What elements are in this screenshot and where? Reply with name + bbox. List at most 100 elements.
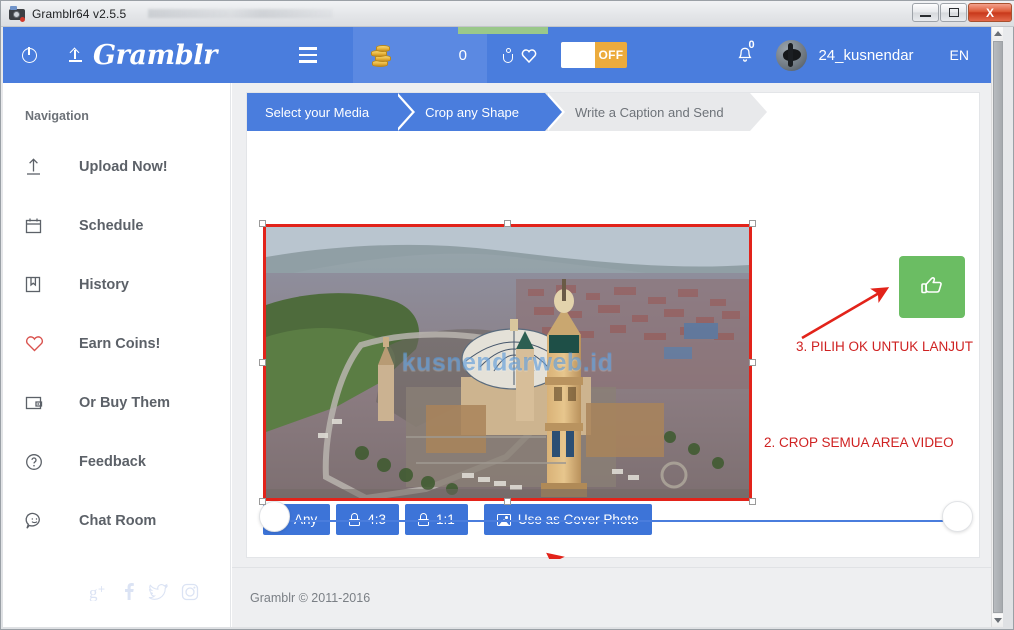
camera-icon [9,5,25,22]
sidebar: Navigation Upload Now! Schedule History … [3,83,231,627]
image-watermark: kusnendarweb.id [401,348,614,376]
sidebar-item-upload-now[interactable]: Upload Now! [3,137,230,196]
sidebar-item-feedback[interactable]: Feedback [3,432,230,491]
wallet-icon [25,395,55,411]
autolike-control: OFF [486,27,707,83]
step-arrow [545,93,563,131]
autolike-icons [503,47,537,63]
language-selector[interactable]: EN [950,47,969,63]
sidebar-item-schedule[interactable]: Schedule [3,196,230,255]
heart-icon [25,335,55,352]
upload-arrow-icon [25,157,55,176]
app-body: Gramblr 0 OFF 0 24_kusnendar EN Navigati… [3,27,1003,627]
sidebar-item-earn-coins[interactable]: Earn Coins! [3,314,230,373]
question-circle-icon [25,453,55,471]
slider-handle-right[interactable] [942,501,973,532]
step-crop-any-shape[interactable]: Crop any Shape [395,93,566,131]
svg-text:g: g [89,583,98,601]
footer: Gramblr © 2011-2016 [232,567,991,627]
media-crop-area[interactable]: kusnendarweb.id [259,220,756,505]
facebook-icon[interactable] [123,582,135,605]
vertical-scrollbar[interactable] [991,27,1003,627]
notification-badge: 0 [748,39,755,51]
maximize-button[interactable] [940,3,967,22]
crop-handle-bottom-right[interactable] [749,498,756,505]
hamburger-menu-icon[interactable] [295,27,321,83]
username-label[interactable]: 24_kusnendar [818,47,913,64]
bookmark-icon [25,276,55,293]
step-arrow [749,93,767,131]
social-links: g + [89,582,199,605]
application-window: Gramblr64 v2.5.5 X Gramblr 0 OFF 0 24_ku… [0,0,1014,630]
crop-handle-top-center[interactable] [504,220,511,227]
step-label: Crop any Shape [425,104,520,120]
autolike-toggle[interactable]: OFF [560,42,627,68]
scrollbar-thumb[interactable] [993,41,1003,613]
slider-handle-left[interactable] [259,501,290,532]
step-label: Select your Media [265,104,370,120]
power-button[interactable] [3,27,55,83]
crop-handle-top-right[interactable] [749,220,756,227]
crop-handle-bottom-left[interactable] [259,498,266,505]
step-label: Write a Caption and Send [575,104,724,120]
toggle-knob [560,42,595,68]
twitter-icon[interactable] [148,583,169,605]
sidebar-item-label: History [79,276,129,293]
close-button[interactable]: X [968,3,1012,22]
scroll-up-button[interactable] [992,27,1003,40]
window-controls: X [911,3,1012,22]
coins-balance[interactable]: 0 [352,27,487,83]
google-plus-icon[interactable]: g + [89,582,110,605]
annotation-step-2: 2. CROP SEMUA AREA VIDEO [764,435,954,450]
upload-arrow-icon [68,47,82,63]
chat-bubble-icon [25,512,55,530]
crop-panel: Select your Media Crop any Shape Write a… [246,92,980,599]
avatar[interactable] [776,39,808,71]
slider-track[interactable] [277,520,952,522]
main-content: Select your Media Crop any Shape Write a… [232,83,991,627]
ok-continue-button[interactable] [899,256,965,318]
svg-text:+: + [98,583,105,596]
step-arrow [395,93,413,131]
brand-logo[interactable]: Gramblr [93,40,217,71]
minimize-button[interactable] [912,3,939,22]
top-navbar: Gramblr 0 OFF 0 24_kusnendar EN [3,27,991,83]
sidebar-item-label: Or Buy Them [79,394,171,411]
chevron-down-icon [994,618,1002,623]
power-icon [21,45,37,63]
step-breadcrumb: Select your Media Crop any Shape Write a… [247,93,770,131]
coins-count: 0 [458,46,467,64]
sidebar-item-label: Feedback [79,453,146,470]
upload-progress-bar [458,27,548,34]
window-title: Gramblr64 v2.5.5 [32,6,127,21]
video-trim-slider[interactable] [250,501,978,541]
notifications-button[interactable]: 0 [728,27,762,83]
chevron-up-icon [994,31,1002,36]
annotation-step-3: 3. PILIH OK UNTUK LANJUT [796,339,974,354]
sidebar-item-label: Upload Now! [79,158,168,175]
upload-now-button[interactable] [63,27,87,83]
sidebar-heading: Navigation [25,109,89,123]
footer-copyright: Gramblr © 2011-2016 [250,590,371,605]
crop-handle-middle-left[interactable] [259,359,266,366]
crop-handle-top-left[interactable] [259,220,266,227]
title-bar-ghost-text [148,9,334,18]
sidebar-item-label: Chat Room [79,512,157,529]
crop-handle-middle-right[interactable] [749,359,756,366]
navbar-right-group: 0 24_kusnendar EN [728,27,991,83]
step-write-a-caption-and-send[interactable]: Write a Caption and Send [545,93,770,131]
sidebar-item-history[interactable]: History [3,255,230,314]
instagram-icon[interactable] [181,583,199,605]
sidebar-item-chat-room[interactable]: Chat Room [3,491,230,550]
sidebar-item-label: Earn Coins! [79,335,161,352]
thumbs-up-icon [917,270,947,305]
scroll-down-button[interactable] [992,614,1003,627]
step-select-your-media[interactable]: Select your Media [247,93,416,131]
crop-frame[interactable]: kusnendarweb.id [263,224,752,501]
sidebar-item-or-buy-them[interactable]: Or Buy Them [3,373,230,432]
heart-icon [521,48,537,63]
coins-icon [370,43,396,67]
crop-handle-bottom-center[interactable] [504,498,511,505]
person-icon [503,47,514,63]
toggle-state-label: OFF [598,48,624,62]
